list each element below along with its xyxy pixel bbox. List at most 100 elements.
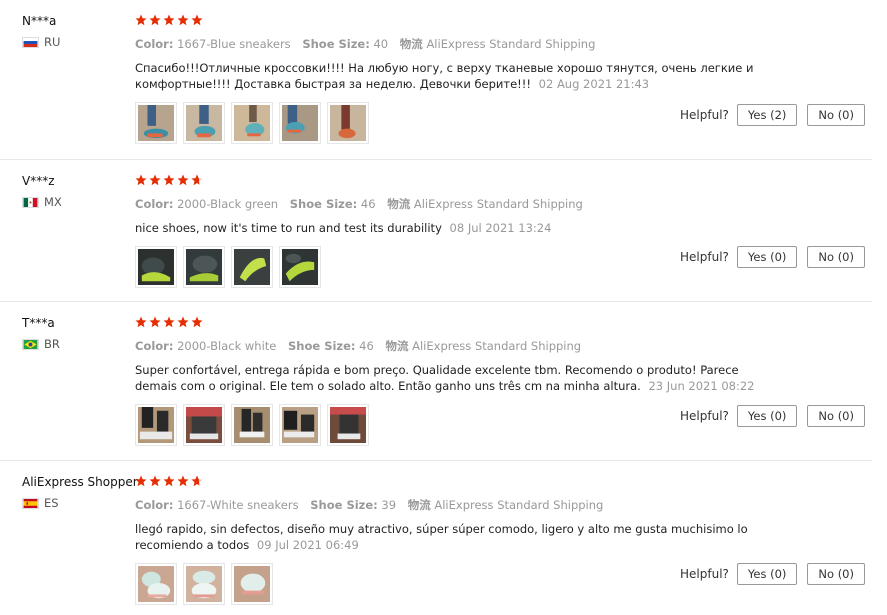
review-photo-thumbnail[interactable] xyxy=(231,246,273,288)
size-value: 40 xyxy=(373,37,389,51)
review-photo-thumbnail[interactable] xyxy=(183,563,225,605)
star-rating xyxy=(135,14,755,28)
shipping-label: 物流 xyxy=(399,37,423,51)
review-photos xyxy=(135,246,755,288)
review-date: 02 Aug 2021 21:43 xyxy=(538,77,650,91)
star-icon xyxy=(149,316,161,328)
review-photo-thumbnail[interactable] xyxy=(327,404,369,446)
helpful-no-button[interactable]: No (0) xyxy=(807,405,865,427)
review-date: 08 Jul 2021 13:24 xyxy=(449,221,552,235)
star-rating xyxy=(135,316,755,330)
color-value: 2000-Black green xyxy=(177,197,279,211)
shipping-label: 物流 xyxy=(407,498,431,512)
size-value: 39 xyxy=(381,498,397,512)
helpful-yes-button[interactable]: Yes (0) xyxy=(736,405,798,427)
star-half-icon xyxy=(191,174,203,186)
photo-image xyxy=(234,105,270,141)
photo-image xyxy=(282,407,318,443)
star-icon xyxy=(135,475,147,487)
helpful-yes-button[interactable]: Yes (0) xyxy=(736,563,798,585)
star-icon xyxy=(177,475,189,487)
size-label: Shoe Size: xyxy=(310,498,378,512)
helpful-no-button[interactable]: No (0) xyxy=(807,563,865,585)
reviewer-country: MX xyxy=(22,195,62,209)
review-photo-thumbnail[interactable] xyxy=(231,404,273,446)
review-photos xyxy=(135,404,755,446)
star-icon xyxy=(191,316,203,328)
review-text: nice shoes, now it's time to run and tes… xyxy=(135,221,442,235)
photo-image xyxy=(282,249,318,285)
photo-image xyxy=(138,566,174,602)
review-photo-thumbnail[interactable] xyxy=(183,246,225,288)
review-photo-thumbnail[interactable] xyxy=(231,563,273,605)
reviewer-name: V***z xyxy=(22,174,55,188)
star-icon xyxy=(191,14,203,26)
review-photo-thumbnail[interactable] xyxy=(327,102,369,144)
flag-mexico-icon xyxy=(22,196,39,208)
helpful-vote: Helpful? Yes (0) No (0) xyxy=(680,405,865,427)
shipping-label: 物流 xyxy=(385,339,409,353)
country-code: BR xyxy=(44,337,60,351)
helpful-label: Helpful? xyxy=(680,250,729,264)
shipping-value: AliExpress Standard Shipping xyxy=(413,197,583,211)
photo-image xyxy=(186,566,222,602)
color-label: Color: xyxy=(135,498,174,512)
review-photo-thumbnail[interactable] xyxy=(135,404,177,446)
review-photo-thumbnail[interactable] xyxy=(231,102,273,144)
review-photo-thumbnail[interactable] xyxy=(183,102,225,144)
star-rating xyxy=(135,475,755,489)
review-photos xyxy=(135,102,755,144)
review-photo-thumbnail[interactable] xyxy=(279,246,321,288)
star-icon xyxy=(135,14,147,26)
photo-image xyxy=(138,249,174,285)
star-icon xyxy=(177,316,189,328)
helpful-vote: Helpful? Yes (0) No (0) xyxy=(680,563,865,585)
reviewer-name: T***a xyxy=(22,316,55,330)
star-icon xyxy=(163,174,175,186)
country-code: RU xyxy=(44,35,61,49)
reviewer-country: RU xyxy=(22,35,60,49)
country-code: MX xyxy=(44,195,62,209)
photo-image xyxy=(186,105,222,141)
review-text: llegó rapido, sin defectos, diseño muy a… xyxy=(135,522,748,552)
helpful-no-button[interactable]: No (0) xyxy=(807,104,865,126)
helpful-label: Helpful? xyxy=(680,567,729,581)
flag-russia-icon xyxy=(22,36,39,48)
photo-image xyxy=(330,407,366,443)
review-date: 23 Jun 2021 08:22 xyxy=(648,379,755,393)
review-photo-thumbnail[interactable] xyxy=(135,102,177,144)
review-content: Color: 1667-Blue sneakers Shoe Size: 40 … xyxy=(135,14,755,144)
shipping-value: AliExpress Standard Shipping xyxy=(434,498,604,512)
review-photo-thumbnail[interactable] xyxy=(135,563,177,605)
reviewer-name: AliExpress Shopper xyxy=(22,475,138,489)
color-label: Color: xyxy=(135,37,174,51)
review-photo-thumbnail[interactable] xyxy=(279,404,321,446)
color-label: Color: xyxy=(135,339,174,353)
reviewer-name: N***a xyxy=(22,14,57,28)
color-value: 1667-Blue sneakers xyxy=(177,37,291,51)
reviewer-info: V***z MX xyxy=(22,174,62,209)
photo-image xyxy=(282,105,318,141)
review-content: Color: 1667-White sneakers Shoe Size: 39… xyxy=(135,475,755,605)
helpful-no-button[interactable]: No (0) xyxy=(807,246,865,268)
star-icon xyxy=(149,475,161,487)
helpful-yes-button[interactable]: Yes (2) xyxy=(736,104,798,126)
review-text: Спасибо!!!Отличные кроссовки!!!! На любу… xyxy=(135,61,754,91)
size-label: Shoe Size: xyxy=(289,197,358,211)
review-photo-thumbnail[interactable] xyxy=(183,404,225,446)
photo-image xyxy=(186,407,222,443)
review-text-block: llegó rapido, sin defectos, diseño muy a… xyxy=(135,521,755,553)
review-photo-thumbnail[interactable] xyxy=(279,102,321,144)
reviewer-country: ES xyxy=(22,496,138,510)
photo-image xyxy=(330,105,366,141)
review-text-block: Super confortável, entrega rápida e bom … xyxy=(135,362,755,394)
review-item: T***a BR Color: 2000-Black white Shoe Si… xyxy=(0,302,872,461)
country-code: ES xyxy=(44,496,59,510)
color-label: Color: xyxy=(135,197,174,211)
helpful-yes-button[interactable]: Yes (0) xyxy=(736,246,798,268)
photo-image xyxy=(186,249,222,285)
helpful-label: Helpful? xyxy=(680,409,729,423)
photo-image xyxy=(138,105,174,141)
review-photo-thumbnail[interactable] xyxy=(135,246,177,288)
star-half-icon xyxy=(191,475,203,487)
